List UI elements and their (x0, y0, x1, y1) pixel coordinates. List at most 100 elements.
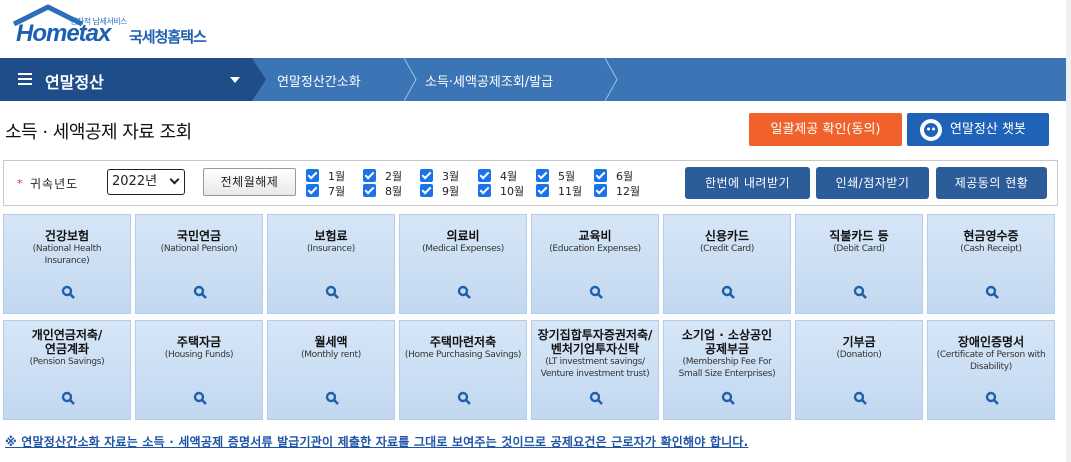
tile-subtitle: (Medical Expenses) (422, 244, 504, 254)
search-icon (721, 285, 735, 299)
download-all-button[interactable]: 한번에 내려받기 (685, 167, 810, 199)
checkbox-checked-icon (363, 169, 376, 182)
tile-subtitle: (National Health (32, 244, 102, 254)
search-icon (985, 391, 999, 405)
print-braille-button[interactable]: 인쇄/점자받기 (816, 167, 929, 199)
tile-title: 보험료 (314, 229, 348, 243)
tile-subtitle: (Home Purchasing Savings) (404, 350, 522, 360)
tile-title: 건강보험 (44, 229, 90, 243)
search-icon (589, 285, 603, 299)
year-label: 귀속년도 (30, 177, 79, 191)
tile-title: 국민연금 (176, 229, 222, 243)
tile-subtitle: (Education Expenses) (549, 244, 641, 254)
tile-title: 주택자금 (176, 335, 222, 349)
tile-title: 직불카드 등 (829, 229, 889, 243)
search-icon (193, 285, 207, 299)
tile-title-line2: 공제부금 (704, 342, 750, 356)
bulk-consent-button[interactable]: 일괄제공 확인(동의) (749, 113, 902, 146)
search-icon (61, 391, 75, 405)
caret-down-icon (230, 77, 240, 83)
tile-subtitle: (Housing Funds) (164, 350, 234, 360)
search-icon (721, 391, 735, 405)
checkbox-checked-icon (594, 169, 607, 182)
checkbox-checked-icon (306, 169, 319, 182)
search-icon (325, 285, 339, 299)
filter-bar: * 귀속년도 2022년 전체월해제 1월 2월 3월 4월 5월 6월 7월 … (3, 160, 1058, 206)
tile-subtitle: Disability) (970, 362, 1012, 372)
checkbox-checked-icon (594, 184, 607, 197)
category-tile[interactable]: 주택자금 (Housing Funds) (135, 320, 263, 420)
category-tile[interactable]: 현금영수증 (Cash Receipt) (927, 214, 1055, 314)
chevron-down-icon (169, 174, 180, 185)
search-icon (985, 285, 999, 299)
tile-subtitle: (Credit Card) (699, 244, 755, 254)
tile-title: 신용카드 (704, 229, 750, 243)
breadcrumb-item-simplified[interactable]: 연말정산간소화 (277, 71, 361, 90)
tile-title: 장애인증명서 (957, 335, 1025, 349)
tile-subtitle: (Pension Savings) (29, 357, 105, 367)
logo-org-name: 국세청홈택스 (129, 28, 207, 46)
year-select-value: 2022년 (112, 174, 158, 189)
search-icon (853, 285, 867, 299)
tile-title: 현금영수증 (963, 229, 1019, 243)
tile-title-line2: 벤처기업투자신탁 (550, 342, 640, 356)
search-icon (61, 285, 75, 299)
chatbot-button[interactable]: 연말정산 챗봇 (907, 113, 1049, 146)
checkbox-checked-icon (420, 184, 433, 197)
tile-title: 월세액 (314, 335, 348, 349)
tile-subtitle: (Monthly rent) (301, 350, 361, 360)
tile-subtitle: (Donation) (836, 350, 882, 360)
checkbox-checked-icon (536, 169, 549, 182)
category-tile[interactable]: 소기업 · 소상공인 공제부금 (Membership Fee For Small S… (663, 320, 791, 420)
menu-dropdown[interactable]: 연말정산 (0, 58, 252, 101)
tile-title: 의료비 (446, 229, 480, 243)
consent-status-button[interactable]: 제공동의 현황 (936, 167, 1047, 199)
category-tile[interactable]: 주택마련저축 (Home Purchasing Savings) (399, 320, 527, 420)
logo-wordmark: Hometax (16, 20, 111, 47)
tile-subtitle: (LT investment savings/ (545, 357, 645, 367)
category-tile[interactable]: 보험료 (Insurance) (267, 214, 395, 314)
tile-subtitle: Venture investment trust) (540, 369, 650, 379)
checkbox-checked-icon (420, 169, 433, 182)
tile-title: 기부금 (842, 335, 876, 349)
checkbox-checked-icon (363, 184, 376, 197)
tile-subtitle: (National Pension) (160, 244, 238, 254)
category-tile[interactable]: 기부금 (Donation) (795, 320, 923, 420)
category-tile[interactable]: 장애인증명서 (Certificate of Person with Disabil… (927, 320, 1055, 420)
checkbox-checked-icon (306, 184, 319, 197)
breadcrumb-item-deduction-lookup[interactable]: 소득·세액공제조회/발급 (425, 71, 553, 90)
vertical-scrollbar[interactable] (1066, 0, 1071, 462)
tile-subtitle: (Insurance) (307, 244, 355, 254)
category-tile[interactable]: 교육비 (Education Expenses) (531, 214, 659, 314)
menu-title: 연말정산 (45, 73, 104, 92)
nav-bar: 연말정산 연말정산간소화 소득·세액공제조회/발급 (0, 58, 1071, 101)
category-tile[interactable]: 국민연금 (National Pension) (135, 214, 263, 314)
checkbox-checked-icon (478, 184, 491, 197)
tile-title: 주택마련저축 (429, 335, 497, 349)
notice-text[interactable]: ※ 연말정산간소화 자료는 소득 · 세액공제 증명서류 발급기관이 제출한 자… (5, 433, 748, 450)
search-icon (193, 391, 207, 405)
search-icon (853, 391, 867, 405)
tile-title: 교육비 (578, 229, 612, 243)
hometax-logo[interactable]: 전자적 납세서비스 Hometax 국세청홈택스 (12, 4, 222, 54)
category-tile[interactable]: 의료비 (Medical Expenses) (399, 214, 527, 314)
category-tile[interactable]: 직불카드 등 (Debit Card) (795, 214, 923, 314)
toggle-all-months-button[interactable]: 전체월해제 (203, 168, 296, 196)
hamburger-icon (18, 73, 32, 85)
tile-title: 개인연금저축/ (31, 328, 103, 342)
page-title: 소득 · 세액공제 자료 조회 (5, 122, 192, 143)
category-tile[interactable]: 신용카드 (Credit Card) (663, 214, 791, 314)
tile-subtitle: (Debit Card) (833, 244, 885, 254)
search-icon (457, 285, 471, 299)
tile-title: 소기업 · 소상공인 (681, 328, 773, 342)
search-icon (457, 391, 471, 405)
category-tile[interactable]: 건강보험 (National Health Insurance) (3, 214, 131, 314)
breadcrumb-separator-icon (252, 58, 266, 101)
year-select[interactable]: 2022년 (107, 169, 185, 195)
required-marker: * (17, 177, 23, 190)
category-tile[interactable]: 장기집합투자증권저축/벤처기업투자신탁 (LT investment saving… (531, 320, 659, 420)
breadcrumb-separator-icon (404, 58, 417, 101)
search-icon (589, 391, 603, 405)
category-tile[interactable]: 월세액 (Monthly rent) (267, 320, 395, 420)
category-tile[interactable]: 개인연금저축/연금계좌 (Pension Savings) (3, 320, 131, 420)
